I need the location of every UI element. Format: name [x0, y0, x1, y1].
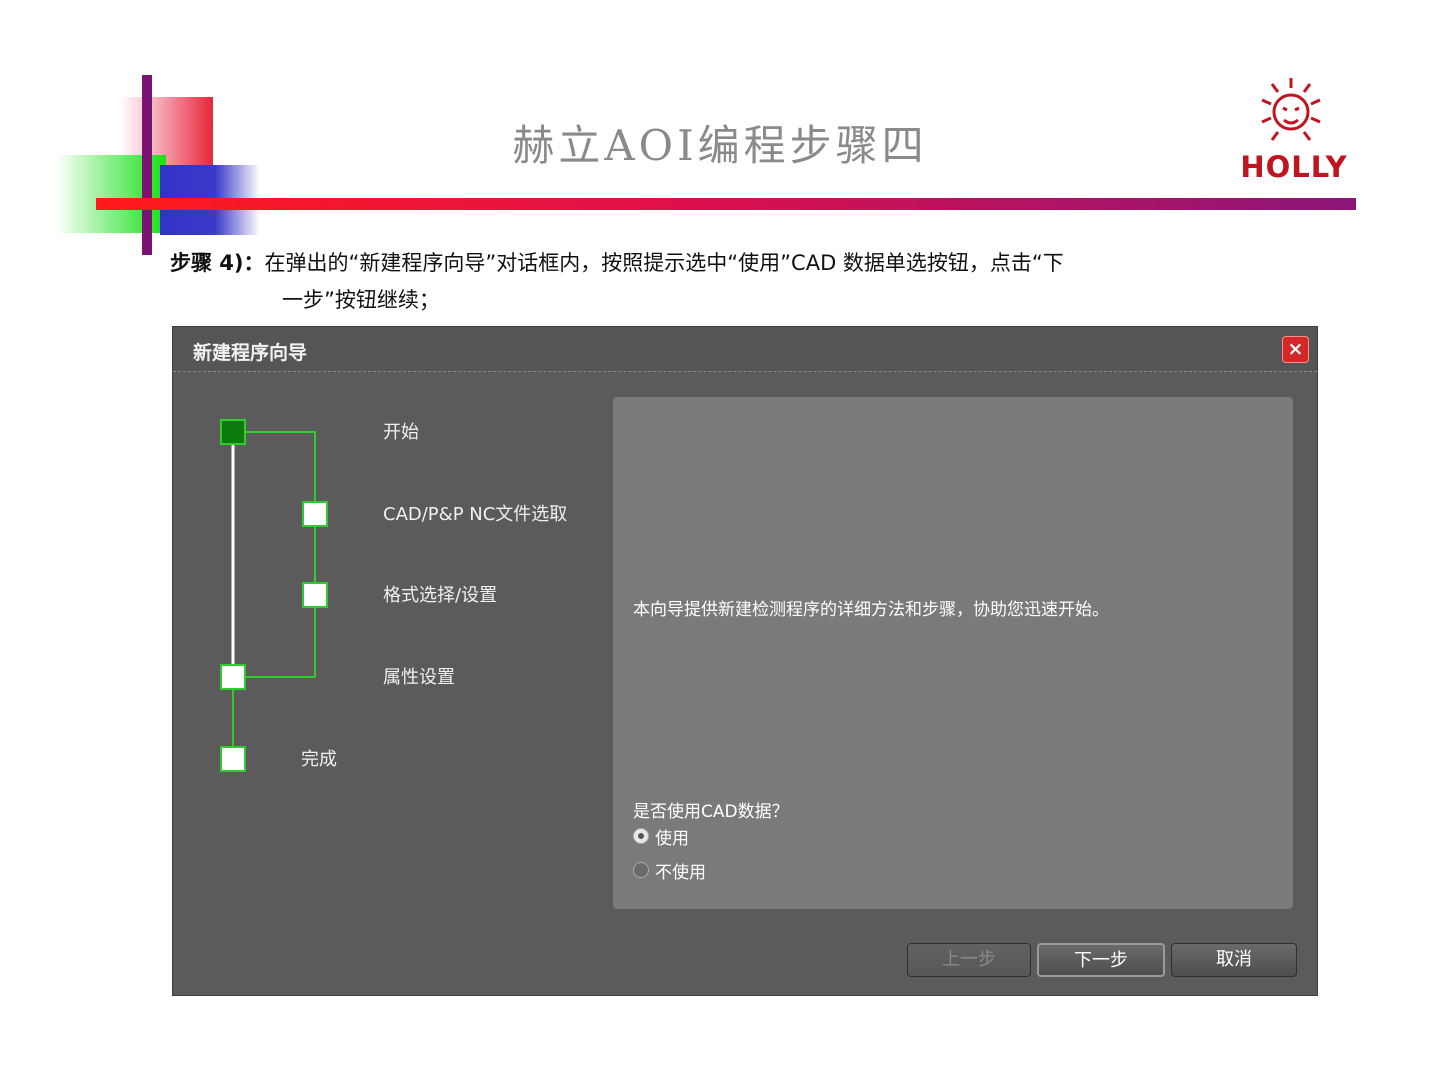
radio-button-checked-icon[interactable]: [633, 828, 649, 844]
step-label-start: 开始: [383, 422, 419, 443]
decorative-horizontal-bar: [96, 198, 1356, 210]
radio-use-cad[interactable]: 使用: [633, 823, 689, 849]
slide-title: 赫立AOI编程步骤四: [512, 121, 928, 170]
prev-button[interactable]: 上一步: [907, 943, 1031, 977]
close-button[interactable]: ×: [1282, 336, 1309, 363]
radio-no-cad[interactable]: 不使用: [633, 857, 706, 883]
radio-label-use: 使用: [655, 828, 689, 849]
step-node-finish: [220, 746, 246, 772]
step-label-format: 格式选择/设置: [383, 585, 497, 606]
dialog-titlebar[interactable]: 新建程序向导 ×: [173, 327, 1317, 372]
holly-logo-text: HOLLY: [1240, 150, 1348, 184]
wizard-description: 本向导提供新建检测程序的详细方法和步骤，协助您迅速开始。: [633, 600, 1109, 620]
cancel-button[interactable]: 取消: [1171, 943, 1297, 977]
radio-button-unchecked-icon[interactable]: [633, 862, 649, 878]
branch-path-line: [233, 431, 316, 678]
step-text-line2: 一步”按钮继续；: [282, 288, 440, 312]
info-panel: 本向导提供新建检测程序的详细方法和步骤，协助您迅速开始。 是否使用CAD数据？ …: [613, 397, 1293, 909]
decorative-vertical-bar: [142, 75, 152, 255]
use-cad-question: 是否使用CAD数据？: [633, 802, 789, 822]
wizard-step-diagram: 开始 CAD/P&P NC文件选取 格式选择/设置 属性设置 完成: [220, 419, 567, 772]
step-instruction: 步骤 4)：在弹出的“新建程序向导”对话框内，按照提示选中“使用”CAD 数据单…: [170, 244, 1330, 282]
lion-logo-icon: [1261, 78, 1321, 141]
step-label-finish: 完成: [301, 749, 337, 770]
radio-label-not-use: 不使用: [655, 862, 706, 883]
step-text-line1: 在弹出的“新建程序向导”对话框内，按照提示选中“使用”CAD 数据单选按钮，点击…: [264, 251, 1064, 275]
step-label-cad: CAD/P&P NC文件选取: [383, 504, 567, 525]
step-node-attributes: [220, 664, 246, 690]
step-node-start: [220, 419, 246, 445]
next-button[interactable]: 下一步: [1037, 943, 1165, 977]
dialog-title: 新建程序向导: [193, 342, 308, 364]
step-node-format: [302, 582, 328, 608]
step-label: 步骤 4)：: [170, 251, 265, 275]
step-node-cad: [302, 501, 328, 527]
new-program-wizard-dialog: 新建程序向导 × 开始 CAD/P&P NC文件选取 格式选择/设置 属性设置 …: [172, 326, 1318, 996]
step-label-attributes: 属性设置: [383, 667, 455, 688]
